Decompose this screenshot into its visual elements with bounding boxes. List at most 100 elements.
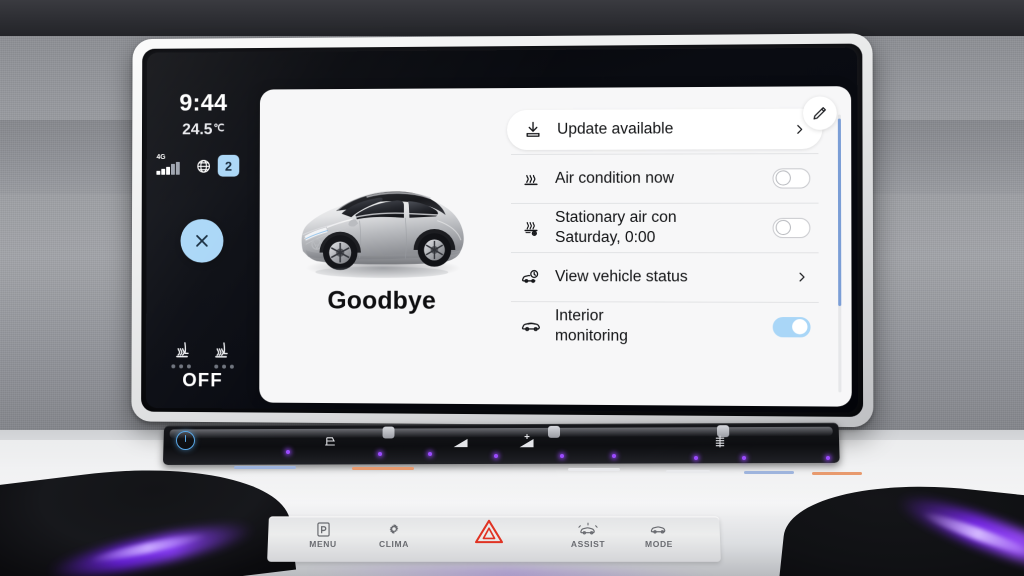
list-item-subtitle: monitoring <box>555 326 773 347</box>
slider-led <box>378 452 382 456</box>
toggle-knob <box>776 170 791 185</box>
slider-notch-left <box>383 427 395 439</box>
seat-heating-status: OFF <box>146 370 259 392</box>
vehicle-card-panel: Goodbye Update available Air condition n… <box>259 86 852 407</box>
status-icons-row: 4G 2 <box>156 153 257 179</box>
list-item-title: Interior <box>555 307 604 324</box>
list-item-label: View vehicle status <box>555 267 792 287</box>
volume-icon[interactable] <box>452 437 470 449</box>
list-item-label: Stationary air con Saturday, 0:00 <box>555 207 773 247</box>
infotainment-screen[interactable]: 9:44 24.5℃ 4G 2 OFF Goodbye Update avail… <box>146 48 858 413</box>
car-status-icon <box>521 267 555 287</box>
hardware-button-label: ASSIST <box>551 539 625 549</box>
signal-bars-icon: 4G <box>156 156 189 176</box>
list-item-subtitle: Saturday, 0:00 <box>555 227 773 247</box>
notification-badge[interactable]: 2 <box>218 155 240 177</box>
fan-gear-icon <box>357 520 431 538</box>
vehicle-image <box>278 165 486 293</box>
slider-led <box>826 456 830 460</box>
clock-time: 9:44 <box>147 90 260 118</box>
list-item-update-available[interactable]: Update available <box>507 109 823 150</box>
signal-bars <box>156 161 179 174</box>
hardware-button-label: MENU <box>286 539 360 549</box>
list-item-title: Stationary air con <box>555 209 677 226</box>
volume-marker <box>568 468 620 471</box>
outside-temperature: 24.5℃ <box>147 121 260 139</box>
network-label: 4G <box>156 154 165 161</box>
download-update-icon <box>523 120 557 140</box>
temperature-value: 24.5 <box>182 121 212 138</box>
park-p-icon <box>286 520 360 538</box>
front-wheel <box>323 235 358 270</box>
list-item-air-condition-now[interactable]: Air condition now <box>505 153 825 203</box>
pencil-edit-icon <box>811 104 828 121</box>
list-item-label: Update available <box>557 119 790 140</box>
status-rail: 9:44 24.5℃ 4G 2 OFF <box>146 52 260 409</box>
toggle-interior-monitoring[interactable] <box>773 316 811 336</box>
stationary-climate-icon <box>521 217 555 237</box>
chevron-right-icon <box>790 122 808 135</box>
temp-cool-marker-left <box>234 466 296 469</box>
list-item-view-vehicle-status[interactable]: View vehicle status <box>505 252 825 302</box>
edit-button[interactable] <box>803 96 837 130</box>
hardware-button-menu[interactable]: MENU <box>286 520 360 549</box>
temp-warm-marker-right <box>812 472 862 475</box>
list-item-stationary-air-con[interactable]: Stationary air con Saturday, 0:00 <box>505 203 825 253</box>
hardware-button-clima[interactable]: CLIMA <box>357 520 431 549</box>
slider-led <box>428 452 432 456</box>
hardware-button-label: CLIMA <box>357 539 431 549</box>
toggle-knob <box>792 319 807 334</box>
list-item-interior-monitoring[interactable]: Interior monitoring <box>505 301 825 352</box>
close-button[interactable] <box>180 219 223 263</box>
hazard-triangle-icon <box>452 518 526 544</box>
quick-actions-list: Update available Air condition now Stati… <box>505 105 825 352</box>
seat-heating-control[interactable]: OFF <box>146 340 259 393</box>
slider-led <box>494 454 498 458</box>
temp-warm-marker-left <box>352 467 414 470</box>
scrollbar-thumb[interactable] <box>838 119 841 306</box>
seat-heating-icon <box>211 340 233 362</box>
mode-car-icon <box>622 520 696 538</box>
hardware-button-hazard[interactable] <box>452 518 526 545</box>
assist-car-icon <box>551 520 625 538</box>
seat-slider-icon[interactable] <box>322 434 338 448</box>
vw-id4-suv-illustration <box>278 165 486 293</box>
hardware-button-mode[interactable]: MODE <box>622 520 696 549</box>
vehicle-summary: Goodbye <box>259 88 505 404</box>
close-x-icon <box>192 231 212 251</box>
globe-icon <box>196 158 211 173</box>
slider-led <box>286 450 290 454</box>
toggle-air-condition-now[interactable] <box>772 168 810 188</box>
list-scrollbar[interactable] <box>838 115 842 393</box>
slider-led <box>742 456 746 460</box>
seat-icons <box>146 340 259 362</box>
car-interior-icon <box>521 317 555 335</box>
toggle-knob <box>776 220 791 235</box>
seat-level-right <box>211 365 236 369</box>
volume-up-icon[interactable] <box>518 434 536 449</box>
seat-level-left <box>168 364 193 368</box>
seat-heating-icon <box>172 340 194 362</box>
list-item-label: Interior monitoring <box>555 306 773 347</box>
hardware-button-label: MODE <box>622 539 696 549</box>
temperature-unit: ℃ <box>213 123 224 134</box>
heat-waves-icon <box>521 168 555 188</box>
climate-touch-slider[interactable] <box>163 423 840 465</box>
fan-gear-glyph <box>387 522 401 536</box>
volume-marker-right <box>666 470 710 473</box>
slider-led <box>694 456 698 460</box>
quick-actions-panel: Update available Air condition now Stati… <box>505 86 852 407</box>
list-item-label: Air condition now <box>555 168 772 188</box>
slider-led <box>560 454 564 458</box>
car-dashboard-scene: 9:44 24.5℃ 4G 2 OFF Goodbye Update avail… <box>0 0 1024 576</box>
slider-led <box>612 454 616 458</box>
slider-notch-center <box>548 426 560 438</box>
fan-slider-icon[interactable] <box>713 434 727 449</box>
power-button[interactable] <box>176 431 195 450</box>
chevron-right-icon <box>792 270 810 283</box>
toggle-stationary-air-con[interactable] <box>773 217 811 237</box>
temp-cool-marker-right <box>744 471 794 474</box>
rear-wheel <box>418 233 451 267</box>
hardware-button-assist[interactable]: ASSIST <box>551 520 625 549</box>
seat-level-indicators <box>146 364 259 369</box>
